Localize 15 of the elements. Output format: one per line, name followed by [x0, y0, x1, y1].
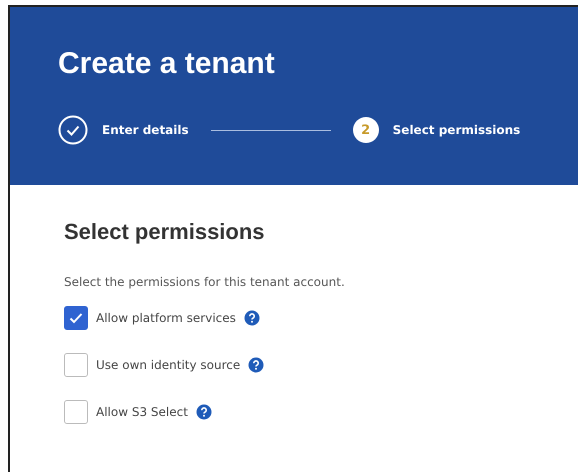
- page-title: Create a tenant: [58, 47, 276, 81]
- step-number: 2: [352, 117, 379, 143]
- step-label: Select permissions: [392, 123, 520, 137]
- checkbox-label: Allow platform services: [96, 311, 236, 325]
- section-heading: Select permissions: [64, 219, 266, 245]
- checkbox-label: Allow S3 Select: [96, 405, 188, 419]
- section-description: Select the permissions for this tenant account.: [64, 275, 346, 289]
- checkbox[interactable]: [64, 353, 88, 377]
- help-icon[interactable]: [196, 404, 212, 420]
- step-label: Enter details: [102, 123, 189, 137]
- checkbox[interactable]: [64, 306, 88, 330]
- checkbox-label: Use own identity source: [96, 358, 240, 372]
- help-icon[interactable]: [244, 310, 260, 326]
- checkbox[interactable]: [64, 400, 88, 424]
- help-icon[interactable]: [248, 357, 264, 373]
